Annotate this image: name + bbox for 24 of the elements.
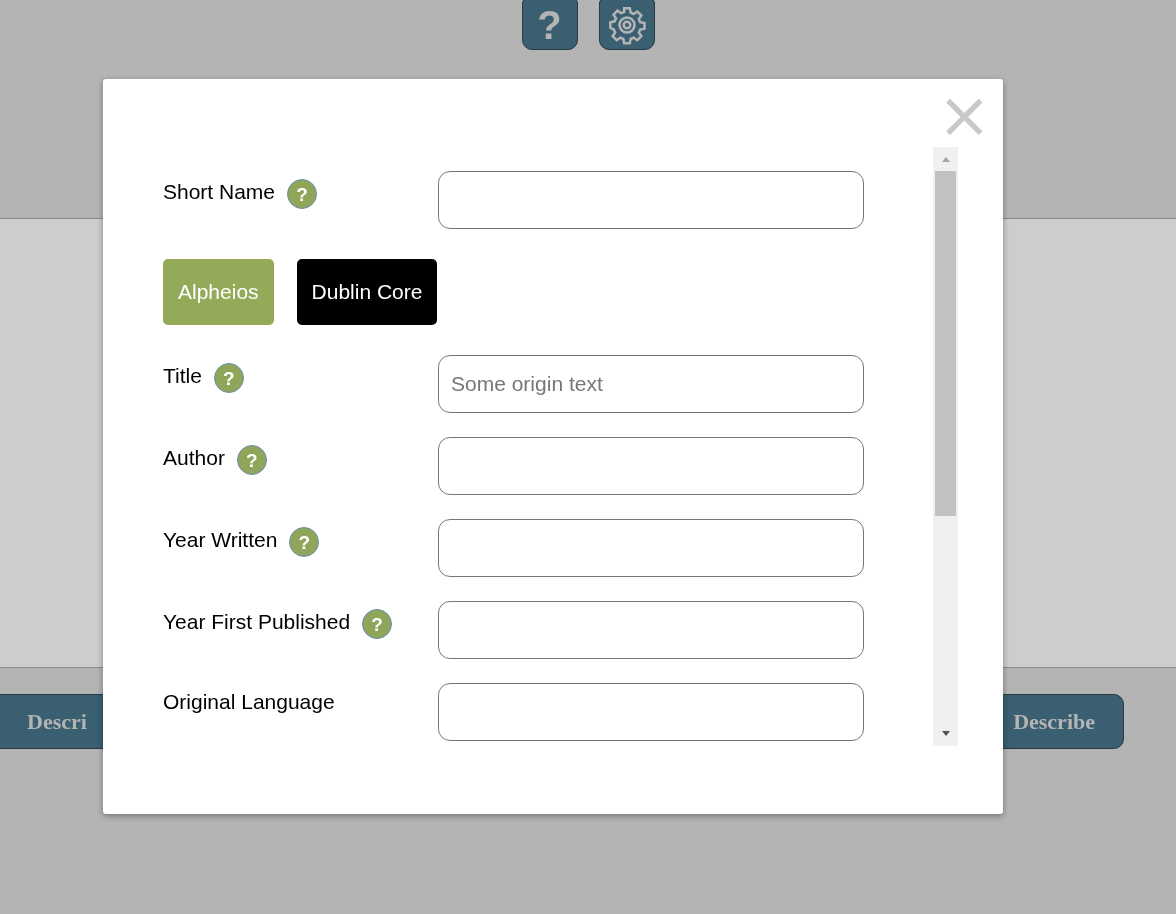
field-label: Title (163, 363, 202, 389)
scrollbar[interactable] (933, 147, 958, 746)
help-button[interactable]: ? (287, 179, 318, 209)
close-button[interactable]: × (937, 83, 991, 147)
text-field[interactable] (438, 437, 864, 495)
text-field[interactable]: Some origin text (438, 355, 864, 413)
text-field[interactable] (438, 683, 864, 741)
schema-tab[interactable]: Alpheios (163, 259, 274, 325)
field-label: Year First Published (163, 609, 351, 635)
field-label: Short Name (163, 179, 276, 205)
field-label: Year Written (163, 527, 278, 553)
text-field[interactable] (438, 171, 864, 229)
help-button[interactable]: ? (236, 445, 267, 475)
text-field[interactable] (438, 519, 864, 577)
text-field[interactable] (438, 601, 864, 659)
help-button[interactable]: ? (289, 527, 320, 557)
help-button[interactable]: ? (362, 609, 393, 639)
help-button[interactable]: ? (521, 0, 578, 50)
help-button[interactable]: ? (213, 363, 244, 393)
schema-tab[interactable]: Dublin Core (296, 259, 438, 325)
field-label: Author (163, 445, 225, 471)
settings-icon (606, 4, 647, 45)
field-label: Original Language (163, 689, 335, 715)
settings-button[interactable] (598, 0, 655, 50)
